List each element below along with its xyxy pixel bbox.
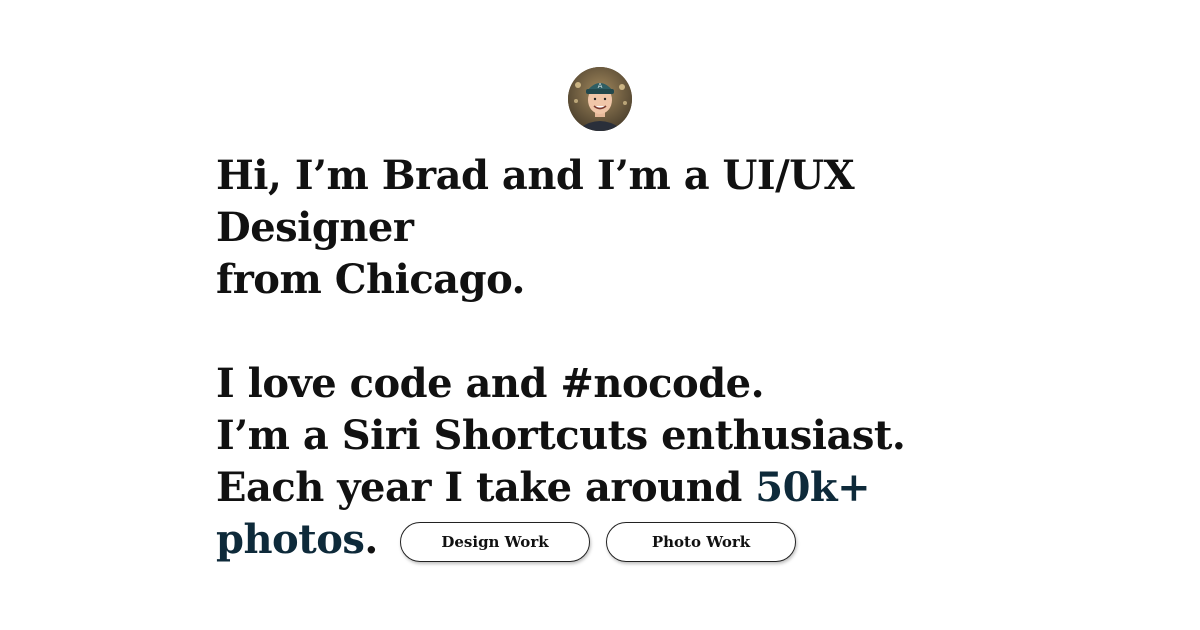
profile-photo: A: [568, 67, 632, 131]
intro-text: Hi, I’m Brad and I’m a UI/UX Designer fr…: [216, 150, 1036, 566]
intro-line-1: Hi, I’m Brad and I’m a UI/UX Designer: [216, 152, 855, 251]
design-work-button[interactable]: Design Work: [400, 522, 590, 562]
svg-text:A: A: [598, 82, 603, 90]
intro-line-3: I love code and #nocode.: [216, 360, 765, 407]
button-group: Design Work Photo Work: [400, 522, 796, 562]
avatar: A: [568, 67, 632, 131]
intro-line-2: from Chicago.: [216, 256, 525, 303]
intro-line-5-suffix: .: [364, 516, 378, 563]
intro-line-4: I’m a Siri Shortcuts enthusiast.: [216, 412, 906, 459]
intro-line-5-prefix: Each year I take around: [216, 464, 756, 511]
photo-work-button[interactable]: Photo Work: [606, 522, 796, 562]
